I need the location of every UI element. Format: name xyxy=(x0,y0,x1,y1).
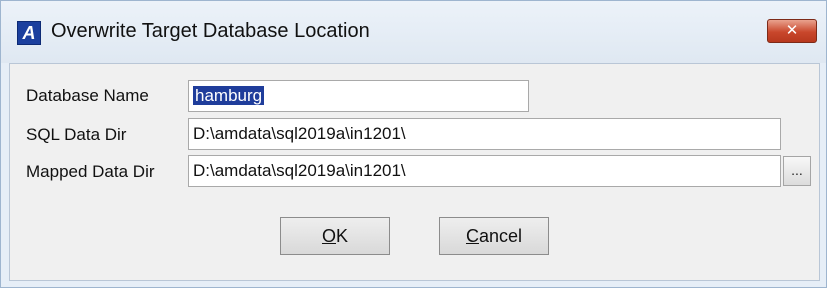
sql-data-dir-input[interactable]: D:\amdata\sql2019a\in1201\ xyxy=(188,118,781,150)
database-name-input[interactable]: hamburg xyxy=(188,80,529,112)
cancel-button[interactable]: Cancel xyxy=(439,217,549,255)
ok-label-rest: K xyxy=(336,226,349,246)
dialog-window: A Overwrite Target Database Location ✕ D… xyxy=(0,0,827,288)
app-logo-icon: A xyxy=(17,21,41,45)
sql-data-dir-value: D:\amdata\sql2019a\in1201\ xyxy=(193,124,406,143)
mapped-data-dir-value: D:\amdata\sql2019a\in1201\ xyxy=(193,161,406,180)
cancel-label-rest: ancel xyxy=(478,226,523,246)
ellipsis-icon: ... xyxy=(791,162,803,178)
title-bar[interactable]: A Overwrite Target Database Location ✕ xyxy=(1,1,826,63)
database-name-value: hamburg xyxy=(193,86,265,105)
ok-accelerator: O xyxy=(321,226,336,246)
browse-button[interactable]: ... xyxy=(783,156,811,186)
cancel-accelerator: C xyxy=(465,226,479,246)
mapped-data-dir-input[interactable]: D:\amdata\sql2019a\in1201\ xyxy=(188,155,781,187)
close-icon: ✕ xyxy=(785,22,799,39)
sql-data-dir-label: SQL Data Dir xyxy=(26,125,127,144)
database-name-label: Database Name xyxy=(26,86,149,105)
close-button[interactable]: ✕ xyxy=(767,19,817,43)
ok-button[interactable]: OK xyxy=(280,217,390,255)
dialog-body: Database Name hamburg SQL Data Dir D:\am… xyxy=(9,63,820,281)
dialog-title: Overwrite Target Database Location xyxy=(51,20,370,42)
mapped-data-dir-label: Mapped Data Dir xyxy=(26,162,155,181)
